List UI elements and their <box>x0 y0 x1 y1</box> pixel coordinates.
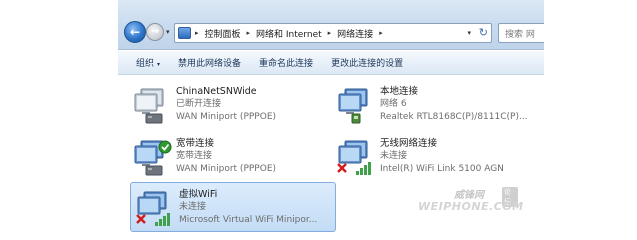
connection-status: 未连接 <box>179 202 207 212</box>
command-bar: 组织 ▾ 禁用此网络设备 重命名此连接 更改此连接的设置 <box>118 51 544 75</box>
connection-device: WAN Miniport (PPPOE) <box>176 112 277 122</box>
connection-status: 宽带连接 <box>176 151 213 161</box>
breadcrumb-separator-icon[interactable]: ▸ <box>328 29 332 37</box>
connection-tile-chinanetsnwide[interactable]: ChinaNetSNWide 已断开连接 WAN Miniport (PPPOE… <box>128 80 334 130</box>
weiphone-watermark: 威锋网 论坛 WEIPHONE.COM <box>406 186 523 216</box>
watermark-cn: 威锋网 <box>454 190 484 201</box>
control-panel-icon <box>178 27 191 39</box>
rename-connection-button[interactable]: 重命名此连接 <box>250 56 322 69</box>
address-toolbar: ← → ▾ ▸ 控制面板 ▸ 网络和 Internet ▸ 网络连接 ▸ ▾ ↻… <box>118 0 544 50</box>
disable-device-button[interactable]: 禁用此网络设备 <box>169 56 250 69</box>
broadband-connection-icon <box>134 140 172 176</box>
connection-tile-wireless[interactable]: 无线网络连接 未连接 Intel(R) WiFi Link 5100 AGN <box>332 132 538 182</box>
organize-label: 组织 <box>136 59 155 69</box>
connection-name: 本地连接 <box>380 86 419 97</box>
back-arrow-icon: ← <box>129 25 141 39</box>
search-placeholder: 搜索 网 <box>505 30 535 40</box>
breadcrumb: ▸ 控制面板 ▸ 网络和 Internet ▸ 网络连接 ▸ <box>195 24 389 42</box>
connection-name: 无线网络连接 <box>380 138 438 149</box>
chevron-down-icon: ▾ <box>157 61 161 68</box>
green-check-icon <box>158 140 172 154</box>
search-input[interactable]: 搜索 网 <box>498 23 544 43</box>
breadcrumb-separator-icon[interactable]: ▸ <box>195 29 199 37</box>
breadcrumb-separator-icon[interactable]: ▸ <box>247 29 251 37</box>
connection-status: 未连接 <box>380 151 408 161</box>
organize-button[interactable]: 组织 ▾ <box>118 56 169 69</box>
recent-pages-dropdown[interactable]: ▾ <box>166 28 170 36</box>
signal-bars-icon <box>155 213 170 226</box>
ethernet-connection-icon <box>338 88 368 124</box>
connection-device: Microsoft Virtual WiFi Minipor... <box>179 215 318 225</box>
change-settings-button[interactable]: 更改此连接的设置 <box>322 56 412 69</box>
connection-tile-broadband[interactable]: 宽带连接 宽带连接 WAN Miniport (PPPOE) <box>128 132 334 182</box>
broadband-connection-icon <box>134 88 164 124</box>
breadcrumb-control-panel[interactable]: 控制面板 <box>205 27 241 40</box>
address-history-dropdown-icon[interactable]: ▾ <box>467 29 471 37</box>
wireless-connection-icon <box>337 140 371 175</box>
connection-device: WAN Miniport (PPPOE) <box>176 164 277 174</box>
connection-name: 宽带连接 <box>176 138 215 149</box>
breadcrumb-separator-icon[interactable]: ▸ <box>379 29 383 37</box>
connection-device: Intel(R) WiFi Link 5100 AGN <box>380 164 504 174</box>
connection-name: 虚拟WiFi <box>179 189 218 200</box>
breadcrumb-network-connections[interactable]: 网络连接 <box>337 27 373 40</box>
virtual-wifi-connection-icon <box>136 191 170 226</box>
connection-status: 已断开连接 <box>176 99 222 109</box>
red-x-icon <box>136 214 146 224</box>
connection-tile-local[interactable]: 本地连接 网络 6 Realtek RTL8168C(P)/8111C(P)..… <box>332 80 538 130</box>
connection-name: ChinaNetSNWide <box>176 86 257 97</box>
connection-status: 网络 6 <box>380 99 407 109</box>
connection-tile-virtual-wifi[interactable]: 虚拟WiFi 未连接 Microsoft Virtual WiFi Minipo… <box>130 182 336 232</box>
back-button[interactable]: ← <box>124 21 146 43</box>
watermark-en: WEIPHONE.COM <box>418 200 524 213</box>
forward-arrow-icon: → <box>150 26 160 37</box>
forward-button[interactable]: → <box>146 23 164 41</box>
connection-device: Realtek RTL8168C(P)/8111C(P)... <box>380 112 528 122</box>
refresh-icon[interactable]: ↻ <box>479 26 488 39</box>
red-x-icon <box>337 163 347 173</box>
breadcrumb-network-internet[interactable]: 网络和 Internet <box>256 27 322 40</box>
signal-bars-icon <box>356 162 371 175</box>
address-bar[interactable]: ▸ 控制面板 ▸ 网络和 Internet ▸ 网络连接 ▸ ▾ ↻ <box>174 23 492 43</box>
